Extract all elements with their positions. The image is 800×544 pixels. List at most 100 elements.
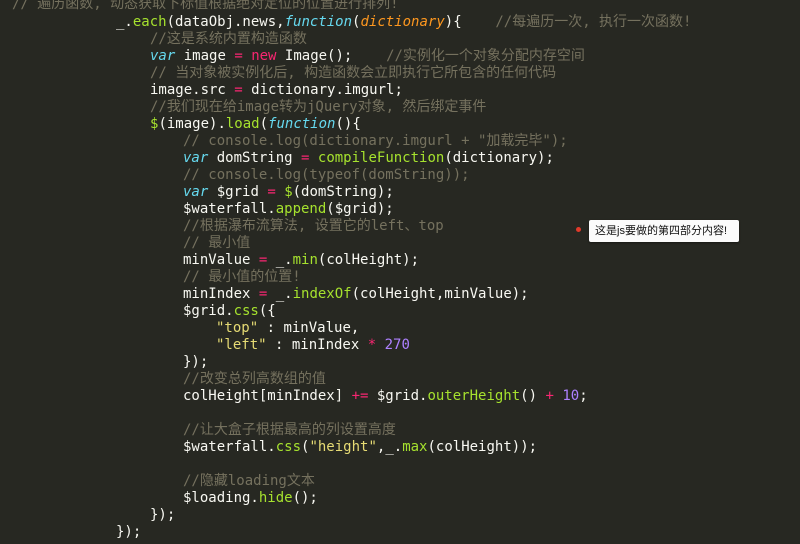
code-token-comment: //隐藏loading文本 bbox=[183, 473, 315, 489]
code-line[interactable]: // console.log(typeof(domString)); bbox=[183, 167, 470, 184]
code-token-func: css bbox=[233, 303, 259, 319]
code-line[interactable]: $waterfall.css("height",_.max(colHeight)… bbox=[183, 439, 537, 456]
code-token-plain: (image). bbox=[158, 116, 226, 132]
code-token-number: 270 bbox=[384, 337, 410, 353]
code-token-operator: += bbox=[351, 388, 369, 404]
code-token-func: $ bbox=[284, 184, 293, 200]
code-token-plain: : minValue, bbox=[258, 320, 360, 336]
code-token-keyword: function bbox=[284, 14, 353, 30]
code-token-plain: ( bbox=[259, 116, 269, 132]
code-token-plain: $grid. bbox=[368, 388, 428, 404]
code-token-new: new bbox=[251, 48, 277, 64]
code-line[interactable]: //这是系统内置构造函数 bbox=[150, 31, 307, 48]
code-line[interactable]: var image = new Image(); //实例化一个对象分配内存空间 bbox=[150, 48, 585, 65]
code-token-func: min bbox=[292, 252, 318, 268]
code-line[interactable]: //改变总列高数组的值 bbox=[183, 371, 326, 388]
code-token-func: outerHeight bbox=[427, 388, 521, 404]
code-token-comment: //根据瀑布流算法, 设置它的left、top bbox=[183, 218, 444, 234]
code-line[interactable]: }); bbox=[116, 524, 141, 541]
code-token-func: append bbox=[275, 201, 327, 217]
code-token-func: css bbox=[275, 439, 302, 455]
code-token-operator: + bbox=[545, 388, 554, 404]
code-token-plain: }); bbox=[116, 524, 142, 540]
code-token-plain: minIndex bbox=[183, 286, 259, 302]
code-token-func: each bbox=[132, 14, 167, 30]
code-token-plain: ,_. bbox=[376, 439, 403, 455]
code-token-operator: = bbox=[234, 82, 243, 98]
code-line[interactable]: $(image).load(function(){ bbox=[150, 116, 361, 133]
code-line[interactable]: //我们现在给image转为jQuery对象, 然后绑定事件 bbox=[150, 99, 486, 116]
code-token-plain: }); bbox=[183, 354, 209, 370]
code-line[interactable]: "left" : minIndex * 270 bbox=[216, 337, 410, 354]
code-line[interactable]: "top" : minValue, bbox=[216, 320, 359, 337]
code-token-comment: // 当对象被实例化后, 构造函数会立即执行它所包含的任何代码 bbox=[150, 65, 557, 81]
code-line[interactable]: // console.log(dictionary.imgurl + "加载完毕… bbox=[183, 133, 568, 150]
code-editor[interactable]: // 遍历函数, 动态获取下标值根据绝对定位的位置进行排列! _.each(dat… bbox=[0, 0, 800, 544]
code-token-plain: }); bbox=[150, 507, 176, 523]
code-line[interactable]: minIndex = _.indexOf(colHeight,minValue)… bbox=[183, 286, 529, 303]
code-token-operator: = bbox=[267, 184, 276, 200]
code-token-plain: : minIndex bbox=[266, 337, 368, 353]
code-line[interactable]: //让大盒子根据最高的列设置高度 bbox=[183, 422, 396, 439]
code-token-plain: _. bbox=[267, 252, 293, 268]
code-line[interactable]: $loading.hide(); bbox=[183, 490, 318, 507]
code-token-plain: image bbox=[175, 48, 235, 64]
code-token-comment: // 遍历函数, 动态获取下标值根据绝对定位的位置进行排列! bbox=[12, 0, 399, 12]
code-line[interactable]: $waterfall.append($grid); bbox=[183, 201, 394, 218]
code-token-plain: ; bbox=[579, 388, 588, 404]
code-token-keyword: var bbox=[183, 184, 209, 200]
code-token-plain: (dataObj.news, bbox=[166, 14, 285, 30]
code-token-plain: $waterfall. bbox=[183, 439, 276, 455]
code-token-plain: minValue bbox=[183, 252, 259, 268]
code-line[interactable]: colHeight[minIndex] += $grid.outerHeight… bbox=[183, 388, 588, 405]
code-token-plain: (colHeight); bbox=[317, 252, 420, 268]
code-token-plain: (); bbox=[292, 490, 318, 506]
code-token-plain: ($grid); bbox=[326, 201, 394, 217]
code-token-plain: _. bbox=[116, 14, 133, 30]
code-token-comment: // console.log(dictionary.imgurl + "加载完毕… bbox=[183, 133, 568, 149]
code-line[interactable]: }); bbox=[150, 507, 175, 524]
code-token-plain: () bbox=[520, 388, 546, 404]
code-token-plain: (domString); bbox=[292, 184, 394, 200]
code-token-plain: (colHeight)); bbox=[427, 439, 538, 455]
code-token-string: "left" bbox=[216, 337, 267, 353]
code-token-plain: $waterfall. bbox=[183, 201, 276, 217]
code-line[interactable]: //隐藏loading文本 bbox=[183, 473, 315, 490]
code-token-comment: // 最小值的位置! bbox=[183, 269, 301, 285]
code-token-param: dictionary bbox=[360, 14, 445, 30]
code-line[interactable]: minValue = _.min(colHeight); bbox=[183, 252, 419, 269]
code-line[interactable]: var domString = compileFunction(dictiona… bbox=[183, 150, 554, 167]
code-token-string: "top" bbox=[216, 320, 259, 336]
code-line[interactable]: $grid.css({ bbox=[183, 303, 276, 320]
code-line[interactable]: // 最小值 bbox=[183, 235, 250, 252]
code-line[interactable]: _.each(dataObj.news,function(dictionary)… bbox=[116, 14, 692, 31]
code-line[interactable]: // 最小值的位置! bbox=[183, 269, 301, 286]
code-token-plain: $grid bbox=[208, 184, 268, 200]
code-token-comment: //这是系统内置构造函数 bbox=[150, 31, 307, 47]
code-token-plain: ){ bbox=[444, 14, 496, 30]
code-token-plain: (){ bbox=[335, 116, 361, 132]
code-token-plain: Image(); bbox=[276, 48, 387, 64]
code-line[interactable]: // 当对象被实例化后, 构造函数会立即执行它所包含的任何代码 bbox=[150, 65, 556, 82]
code-line[interactable]: image.src = dictionary.imgurl; bbox=[150, 82, 403, 99]
code-token-number: 10 bbox=[562, 388, 580, 404]
code-token-keyword: var bbox=[150, 48, 176, 64]
code-token-func: indexOf bbox=[292, 286, 352, 302]
code-token-func: hide bbox=[258, 490, 293, 506]
code-token-comment: //让大盒子根据最高的列设置高度 bbox=[183, 422, 396, 438]
code-token-plain: colHeight[minIndex] bbox=[183, 388, 352, 404]
code-token-func: max bbox=[402, 439, 428, 455]
code-line[interactable]: // 遍历函数, 动态获取下标值根据绝对定位的位置进行排列! bbox=[12, 0, 399, 13]
code-line[interactable]: //根据瀑布流算法, 设置它的left、top bbox=[183, 218, 444, 235]
code-token-plain: dictionary.imgurl; bbox=[242, 82, 403, 98]
code-token-plain: $grid. bbox=[183, 303, 234, 319]
code-token-operator: = bbox=[234, 48, 243, 64]
annotation-tooltip: 这是js要做的第四部分内容! bbox=[589, 220, 739, 242]
code-line[interactable]: var $grid = $(domString); bbox=[183, 184, 394, 201]
code-token-plain: (colHeight,minValue); bbox=[351, 286, 529, 302]
code-line[interactable]: }); bbox=[183, 354, 208, 371]
